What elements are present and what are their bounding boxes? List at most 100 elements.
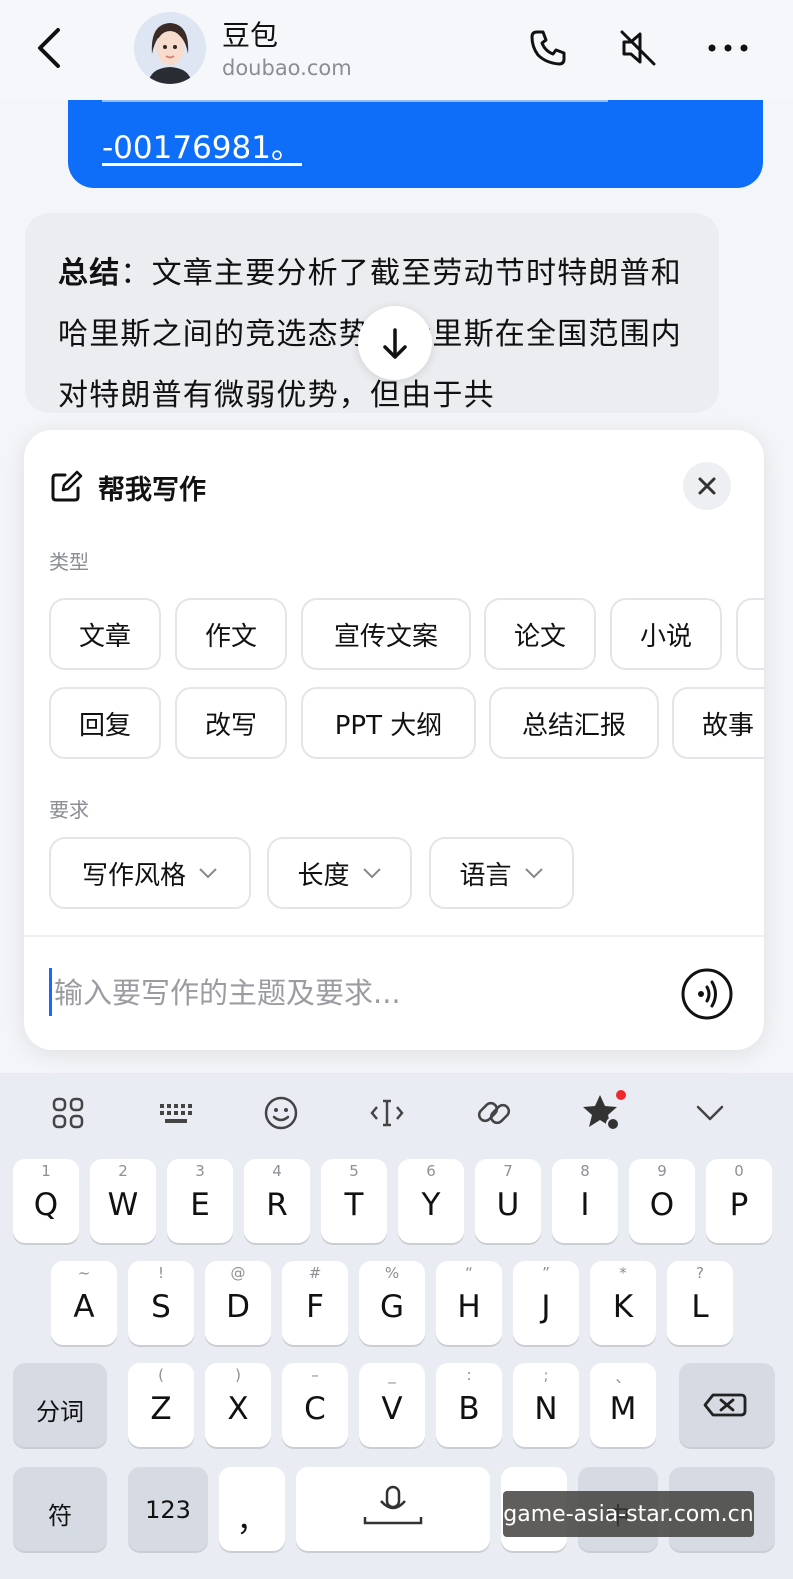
key-k[interactable]: * K (590, 1261, 656, 1345)
back-icon[interactable] (30, 26, 70, 70)
key-hint: 0 (734, 1162, 744, 1180)
key-label: Z (150, 1391, 172, 1427)
type-chip[interactable]: 论文 (484, 598, 596, 670)
key-label: 符 (48, 1502, 72, 1530)
key-label: Q (33, 1187, 59, 1223)
key-d[interactable]: @ D (205, 1261, 271, 1345)
type-chip[interactable]: 小说 (610, 598, 722, 670)
type-chip-overflow[interactable] (736, 598, 764, 670)
link-icon[interactable] (474, 1093, 514, 1133)
type-chip[interactable]: 作文 (175, 598, 287, 670)
key-label: W (107, 1187, 139, 1223)
key-f[interactable]: # F (282, 1261, 348, 1345)
chevron-down-icon (362, 868, 381, 879)
key-e[interactable]: 3E (167, 1159, 233, 1243)
edit-icon (51, 470, 83, 502)
requirement-label: 要求 (49, 798, 89, 822)
key-w[interactable]: 2W (90, 1159, 156, 1243)
chevron-down-icon (524, 868, 543, 879)
speaker-mute-icon[interactable] (616, 26, 660, 70)
type-chip[interactable]: 宣传文案 (301, 598, 471, 670)
key-v[interactable]: _ V (359, 1363, 425, 1447)
key-hint: @ (230, 1264, 246, 1282)
backspace-key[interactable] (679, 1363, 775, 1447)
apps-icon[interactable] (48, 1093, 88, 1133)
more-icon[interactable] (706, 26, 750, 70)
key-label: 分词 (36, 1398, 84, 1426)
type-chip[interactable]: 改写 (175, 687, 287, 759)
key-r[interactable]: 4R (244, 1159, 310, 1243)
type-chip[interactable]: 文章 (49, 598, 161, 670)
key-m[interactable]: 、 M (590, 1363, 656, 1447)
key-label: P (729, 1187, 749, 1223)
key-i[interactable]: 8I (552, 1159, 618, 1243)
style-dropdown[interactable]: 写作风格 (49, 837, 251, 909)
key-q[interactable]: 1Q (13, 1159, 79, 1243)
chevron-down-icon (199, 868, 217, 879)
key-hint: ? (696, 1264, 704, 1282)
key-hint: _ (388, 1366, 396, 1384)
ai-star-icon[interactable] (580, 1089, 626, 1135)
key-c[interactable]: – C (282, 1363, 348, 1447)
space-key[interactable] (296, 1467, 490, 1551)
type-chip[interactable]: 总结汇报 (489, 687, 659, 759)
key-hint: 3 (195, 1162, 205, 1180)
length-dropdown[interactable]: 长度 (267, 837, 412, 909)
key-z[interactable]: (Z (128, 1363, 194, 1447)
number-key[interactable]: 123 (128, 1467, 208, 1551)
chat-header: 豆包 doubao.com (0, 0, 793, 100)
key-hint: ! (157, 1264, 164, 1282)
symbol-key[interactable]: 符 (13, 1467, 107, 1551)
type-chip[interactable]: PPT 大纲 (301, 687, 476, 759)
key-hint: 6 (426, 1162, 436, 1180)
voice-input-icon[interactable] (680, 967, 734, 1021)
arrow-down-icon (383, 328, 407, 359)
key-h[interactable]: “H (436, 1261, 502, 1345)
key-u[interactable]: 7U (475, 1159, 541, 1243)
key-label: Y (421, 1187, 441, 1223)
key-label: S (151, 1289, 171, 1325)
avatar[interactable] (134, 12, 206, 84)
key-hint: ( (158, 1366, 164, 1384)
type-chip[interactable]: 回复 (49, 687, 161, 759)
key-a[interactable]: ~ A (51, 1261, 117, 1345)
key-g[interactable]: % G (359, 1261, 425, 1345)
scroll-to-bottom-button[interactable] (358, 306, 432, 380)
key-p[interactable]: 0P (706, 1159, 772, 1243)
key-o[interactable]: 9O (629, 1159, 695, 1243)
language-dropdown[interactable]: 语言 (429, 837, 574, 909)
keyboard-icon[interactable] (155, 1093, 195, 1133)
split-word-key[interactable]: 分词 (13, 1363, 107, 1447)
phone-icon[interactable] (526, 26, 570, 70)
writing-assistant-panel: 帮我写作 类型 文章 作文 宣传文案 论文 小说 回复 改写 PPT 大纲 总结… (24, 430, 764, 1050)
microphone-icon (363, 1485, 423, 1525)
key-hint: 4 (272, 1162, 282, 1180)
key-y[interactable]: 6Y (398, 1159, 464, 1243)
text-cursor (49, 968, 52, 1016)
topic-input[interactable]: 输入要写作的主题及要求... (54, 970, 401, 1012)
summary-label: 总结 (58, 256, 121, 291)
message-link[interactable]: -00176981。 (102, 122, 302, 167)
key-label: B (458, 1391, 480, 1427)
key-l[interactable]: ? L (667, 1261, 733, 1345)
key-s[interactable]: ! S (128, 1261, 194, 1345)
close-icon (698, 477, 716, 495)
type-chip[interactable]: 故事 (672, 687, 764, 759)
key-t[interactable]: 5T (321, 1159, 387, 1243)
cursor-move-icon[interactable] (367, 1093, 407, 1133)
close-button[interactable] (683, 462, 731, 510)
comma-key[interactable]: ， (219, 1467, 285, 1551)
key-label: A (73, 1289, 95, 1325)
key-label: 123 (145, 1496, 191, 1524)
key-j[interactable]: ” J (513, 1261, 579, 1345)
key-b[interactable]: :B (436, 1363, 502, 1447)
key-hint: : (466, 1366, 472, 1384)
key-n[interactable]: ; N (513, 1363, 579, 1447)
collapse-icon[interactable] (690, 1093, 730, 1133)
key-label: ， (236, 1503, 268, 1539)
key-label: T (344, 1187, 364, 1223)
key-x[interactable]: ) X (205, 1363, 271, 1447)
message-link-text[interactable]: -00176981 (102, 130, 271, 166)
emoji-icon[interactable] (261, 1093, 301, 1133)
link-underline (102, 100, 608, 102)
